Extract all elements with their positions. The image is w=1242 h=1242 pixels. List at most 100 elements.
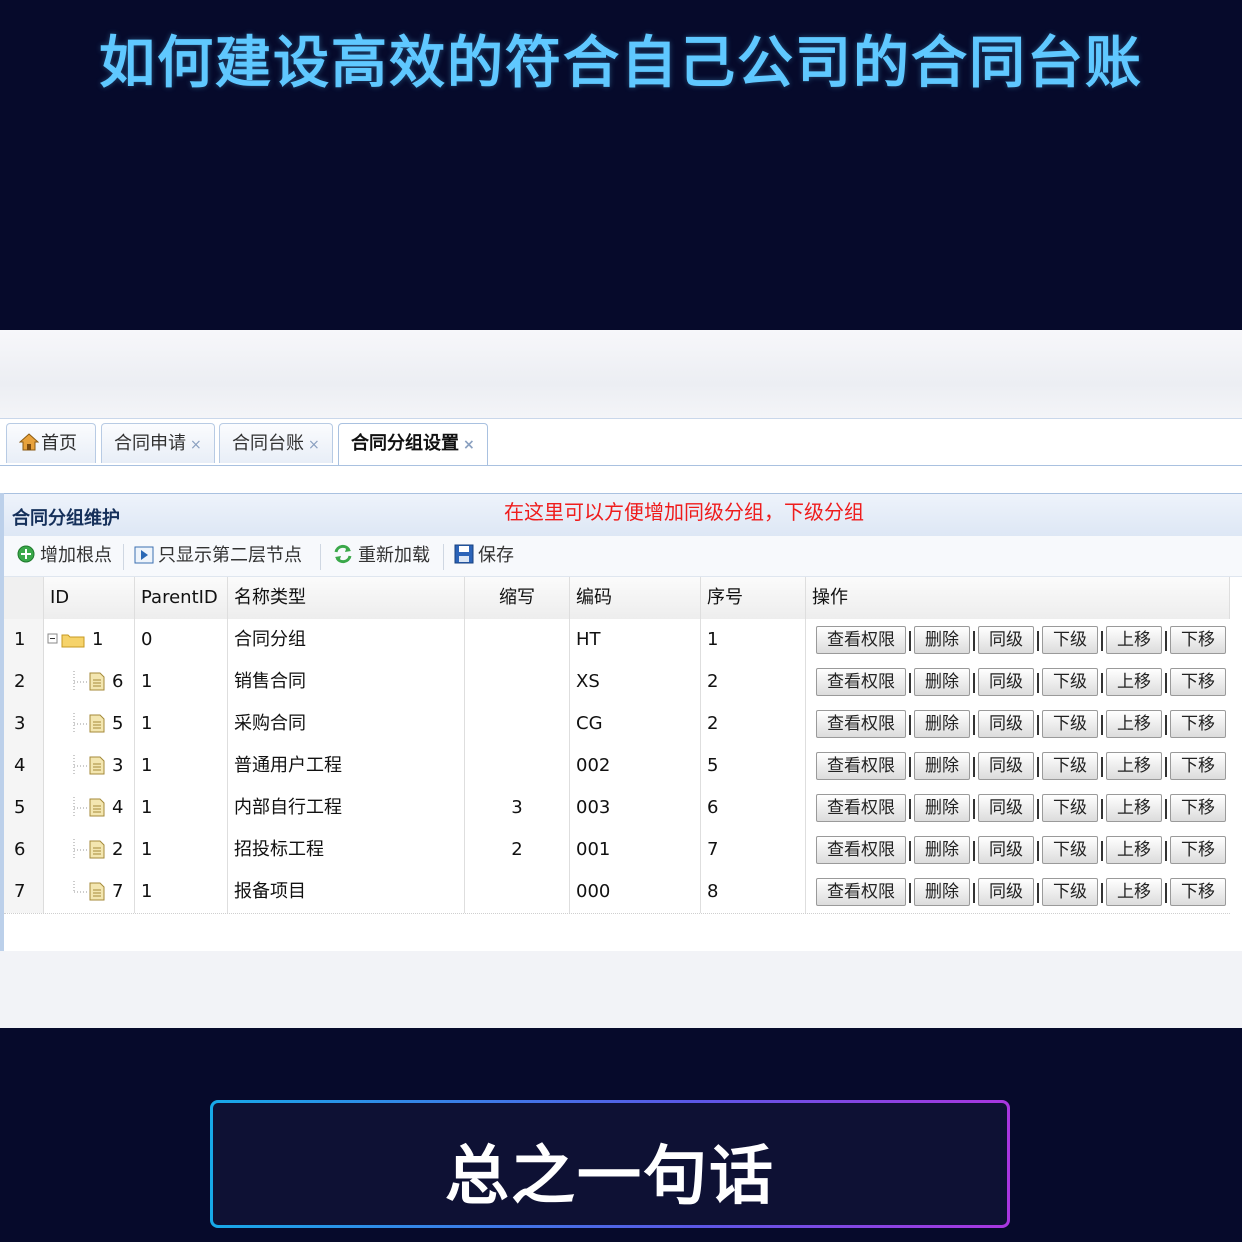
move-down-button[interactable]: 下移 [1170, 668, 1226, 696]
view-permission-button[interactable]: 查看权限 [816, 878, 906, 906]
cell-name[interactable]: 招投标工程 [228, 829, 465, 871]
view-permission-button[interactable]: 查看权限 [816, 626, 906, 654]
cell-order[interactable]: 8 [701, 871, 806, 913]
tab-group-settings[interactable]: 合同分组设置 × [338, 423, 488, 465]
cell-order[interactable]: 5 [701, 745, 806, 787]
tree-node-icon[interactable] [66, 703, 112, 745]
view-permission-button[interactable]: 查看权限 [816, 710, 906, 738]
cell-abbr[interactable]: 2 [465, 829, 570, 871]
col-name[interactable]: 名称类型 [228, 577, 465, 619]
cell-name[interactable]: 内部自行工程 [228, 787, 465, 829]
cell-code[interactable]: HT [570, 619, 701, 661]
move-down-button[interactable]: 下移 [1170, 752, 1226, 780]
cell-code[interactable]: 002 [570, 745, 701, 787]
add-child-button[interactable]: 下级 [1042, 752, 1098, 780]
move-up-button[interactable]: 上移 [1106, 626, 1162, 654]
move-down-button[interactable]: 下移 [1170, 836, 1226, 864]
view-permission-button[interactable]: 查看权限 [816, 836, 906, 864]
col-id[interactable]: ID [44, 577, 135, 619]
move-up-button[interactable]: 上移 [1106, 794, 1162, 822]
move-up-button[interactable]: 上移 [1106, 836, 1162, 864]
add-root-button[interactable]: 增加根点 [16, 536, 112, 576]
table-row[interactable]: 2 6 1 销售合同 XS 2 查看权限 删除 同级 下级 上移 下移 [4, 661, 1230, 704]
col-code[interactable]: 编码 [570, 577, 701, 619]
cell-abbr[interactable]: 3 [465, 787, 570, 829]
cell-code[interactable]: 001 [570, 829, 701, 871]
cell-name[interactable]: 报备项目 [228, 871, 465, 913]
tab-home[interactable]: 首页 [6, 423, 96, 463]
tree-node-icon[interactable] [46, 619, 92, 661]
move-down-button[interactable]: 下移 [1170, 710, 1226, 738]
add-sibling-button[interactable]: 同级 [978, 668, 1034, 696]
cell-code[interactable]: CG [570, 703, 701, 745]
table-row[interactable]: 5 4 1 内部自行工程 3 003 6 查看权限 删除 同级 下级 上移 下移 [4, 787, 1230, 830]
add-sibling-button[interactable]: 同级 [978, 836, 1034, 864]
cell-order[interactable]: 1 [701, 619, 806, 661]
cell-code[interactable]: 000 [570, 871, 701, 913]
close-icon[interactable]: × [308, 437, 320, 453]
cell-abbr[interactable] [465, 871, 570, 913]
table-row[interactable]: 6 2 1 招投标工程 2 001 7 查看权限 删除 同级 下级 上移 下移 [4, 829, 1230, 872]
tree-node-icon[interactable] [66, 745, 112, 787]
move-up-button[interactable]: 上移 [1106, 878, 1162, 906]
add-child-button[interactable]: 下级 [1042, 878, 1098, 906]
delete-button[interactable]: 删除 [914, 794, 970, 822]
cell-code[interactable]: 003 [570, 787, 701, 829]
cell-abbr[interactable] [465, 703, 570, 745]
add-child-button[interactable]: 下级 [1042, 710, 1098, 738]
cell-name[interactable]: 普通用户工程 [228, 745, 465, 787]
table-row[interactable]: 3 5 1 采购合同 CG 2 查看权限 删除 同级 下级 上移 下移 [4, 703, 1230, 746]
reload-button[interactable]: 重新加载 [332, 536, 430, 576]
add-sibling-button[interactable]: 同级 [978, 626, 1034, 654]
move-up-button[interactable]: 上移 [1106, 710, 1162, 738]
move-up-button[interactable]: 上移 [1106, 668, 1162, 696]
tree-node-icon[interactable] [66, 787, 112, 829]
add-child-button[interactable]: 下级 [1042, 836, 1098, 864]
cell-name[interactable]: 采购合同 [228, 703, 465, 745]
delete-button[interactable]: 删除 [914, 878, 970, 906]
cell-order[interactable]: 7 [701, 829, 806, 871]
cell-name[interactable]: 销售合同 [228, 661, 465, 703]
add-sibling-button[interactable]: 同级 [978, 794, 1034, 822]
col-parent-id[interactable]: ParentID [135, 577, 228, 619]
cell-code[interactable]: XS [570, 661, 701, 703]
table-row[interactable]: 1 1 0 合同分组 HT 1 查看权限 删除 同级 下级 上移 下移 [4, 619, 1230, 662]
move-up-button[interactable]: 上移 [1106, 752, 1162, 780]
add-sibling-button[interactable]: 同级 [978, 752, 1034, 780]
tab-contract-ledger[interactable]: 合同台账 × [219, 423, 333, 463]
add-child-button[interactable]: 下级 [1042, 626, 1098, 654]
delete-button[interactable]: 删除 [914, 710, 970, 738]
view-permission-button[interactable]: 查看权限 [816, 794, 906, 822]
move-down-button[interactable]: 下移 [1170, 878, 1226, 906]
move-down-button[interactable]: 下移 [1170, 626, 1226, 654]
close-icon[interactable]: × [190, 437, 202, 453]
tree-node-icon[interactable] [66, 829, 112, 871]
view-permission-button[interactable]: 查看权限 [816, 752, 906, 780]
tree-node-icon[interactable] [66, 871, 112, 913]
add-sibling-button[interactable]: 同级 [978, 878, 1034, 906]
save-button[interactable]: 保存 [454, 536, 514, 576]
delete-button[interactable]: 删除 [914, 836, 970, 864]
cell-abbr[interactable] [465, 661, 570, 703]
cell-order[interactable]: 2 [701, 703, 806, 745]
tab-contract-apply[interactable]: 合同申请 × [101, 423, 215, 463]
cell-order[interactable]: 2 [701, 661, 806, 703]
cell-order[interactable]: 6 [701, 787, 806, 829]
view-permission-button[interactable]: 查看权限 [816, 668, 906, 696]
table-row[interactable]: 4 3 1 普通用户工程 002 5 查看权限 删除 同级 下级 上移 下移 [4, 745, 1230, 788]
delete-button[interactable]: 删除 [914, 752, 970, 780]
table-row[interactable]: 7 7 1 报备项目 000 8 查看权限 删除 同级 下级 上移 下移 [4, 871, 1230, 914]
cell-abbr[interactable] [465, 745, 570, 787]
show-second-level-button[interactable]: 只显示第二层节点 [134, 536, 302, 576]
cell-name[interactable]: 合同分组 [228, 619, 465, 661]
col-abbr[interactable]: 缩写 [465, 577, 570, 619]
close-icon[interactable]: × [463, 437, 475, 453]
delete-button[interactable]: 删除 [914, 626, 970, 654]
add-child-button[interactable]: 下级 [1042, 668, 1098, 696]
delete-button[interactable]: 删除 [914, 668, 970, 696]
col-order[interactable]: 序号 [701, 577, 806, 619]
tree-node-icon[interactable] [66, 661, 112, 703]
move-down-button[interactable]: 下移 [1170, 794, 1226, 822]
add-child-button[interactable]: 下级 [1042, 794, 1098, 822]
cell-abbr[interactable] [465, 619, 570, 661]
